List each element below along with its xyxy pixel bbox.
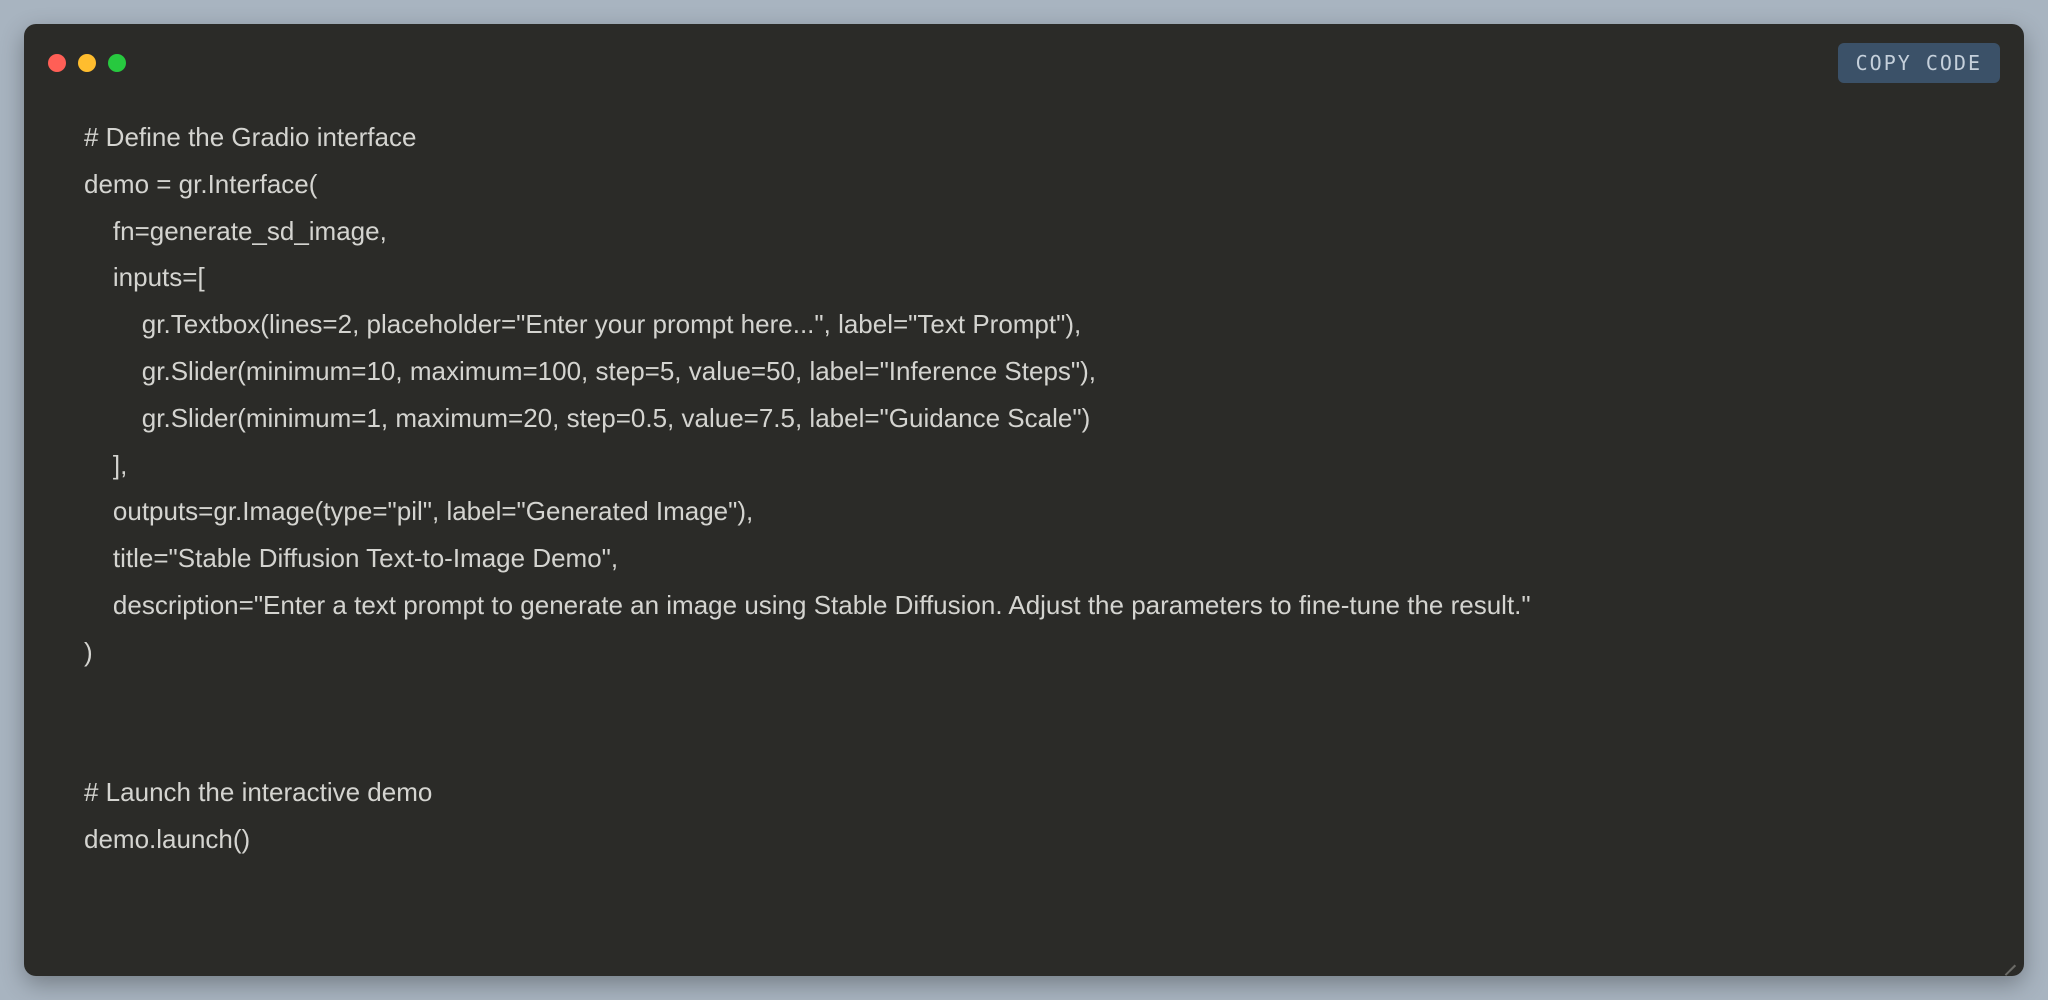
close-icon[interactable] xyxy=(48,54,66,72)
code-line: ], xyxy=(84,450,127,480)
code-line: inputs=[ xyxy=(84,262,205,292)
code-line: # Launch the interactive demo xyxy=(84,777,432,807)
code-line: gr.Slider(minimum=10, maximum=100, step=… xyxy=(84,356,1096,386)
code-line: demo = gr.Interface( xyxy=(84,169,317,199)
traffic-lights xyxy=(48,54,126,72)
code-line: fn=generate_sd_image, xyxy=(84,216,387,246)
code-line: ) xyxy=(84,637,93,667)
code-line: description="Enter a text prompt to gene… xyxy=(84,590,1531,620)
code-content[interactable]: # Define the Gradio interface demo = gr.… xyxy=(24,84,2024,893)
code-line: # Define the Gradio interface xyxy=(84,122,416,152)
code-line: gr.Slider(minimum=1, maximum=20, step=0.… xyxy=(84,403,1090,433)
code-line: gr.Textbox(lines=2, placeholder="Enter y… xyxy=(84,309,1081,339)
code-line: title="Stable Diffusion Text-to-Image De… xyxy=(84,543,618,573)
code-line: outputs=gr.Image(type="pil", label="Gene… xyxy=(84,496,753,526)
copy-code-button[interactable]: COPY CODE xyxy=(1838,43,2000,83)
maximize-icon[interactable] xyxy=(108,54,126,72)
code-line: demo.launch() xyxy=(84,824,250,854)
minimize-icon[interactable] xyxy=(78,54,96,72)
window-header: COPY CODE xyxy=(24,24,2024,84)
code-window: COPY CODE # Define the Gradio interface … xyxy=(24,24,2024,976)
resize-handle-icon[interactable] xyxy=(2000,952,2016,968)
